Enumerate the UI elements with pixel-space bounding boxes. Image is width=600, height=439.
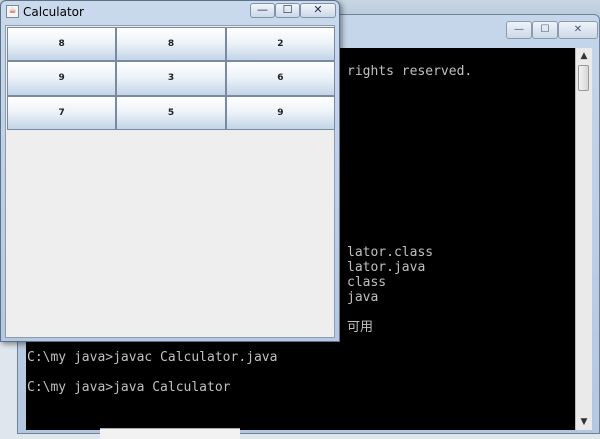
scroll-thumb[interactable] <box>578 65 589 91</box>
console-scrollbar[interactable]: ▲ ▼ <box>575 48 592 430</box>
console-line: rights reserved. <box>347 64 473 79</box>
key-button[interactable]: 7 <box>7 95 117 130</box>
console-line: 可用 <box>347 320 374 335</box>
key-button[interactable]: 3 <box>116 61 226 96</box>
console-line: class <box>347 275 387 290</box>
console-line: C:\my java>javac Calculator.java <box>27 350 278 365</box>
calculator-window[interactable]: ☕ Calculator — ☐ ✕ 8 8 2 9 3 6 7 5 9 <box>0 0 340 342</box>
maximize-button[interactable]: ☐ <box>275 3 300 18</box>
console-line: lator.java <box>347 260 426 275</box>
calculator-content-pane: 8 8 2 9 3 6 7 5 9 <box>5 25 335 338</box>
keypad: 8 8 2 9 3 6 7 5 9 <box>7 27 335 130</box>
console-line: lator.class <box>347 245 434 260</box>
key-button[interactable]: 2 <box>225 27 335 62</box>
key-button[interactable]: 6 <box>225 61 335 96</box>
console-minimize-button[interactable]: — <box>506 21 532 39</box>
scroll-down-arrow-icon[interactable]: ▼ <box>576 414 592 430</box>
console-maximize-button[interactable]: ☐ <box>532 21 558 39</box>
taskbar-peek <box>100 428 240 439</box>
console-line: java <box>347 290 379 305</box>
key-button[interactable]: 9 <box>7 61 117 96</box>
scroll-up-arrow-icon[interactable]: ▲ <box>576 48 592 64</box>
minimize-button[interactable]: — <box>250 3 275 18</box>
console-close-button[interactable]: ✕ <box>558 21 598 39</box>
key-button[interactable]: 9 <box>225 95 335 130</box>
key-button[interactable]: 8 <box>7 27 117 62</box>
console-line: C:\my java>java Calculator <box>27 380 231 395</box>
window-title: Calculator <box>23 5 84 19</box>
key-button[interactable]: 5 <box>116 95 226 130</box>
java-app-icon: ☕ <box>6 5 19 18</box>
close-button[interactable]: ✕ <box>300 3 336 18</box>
key-button[interactable]: 8 <box>116 27 226 62</box>
